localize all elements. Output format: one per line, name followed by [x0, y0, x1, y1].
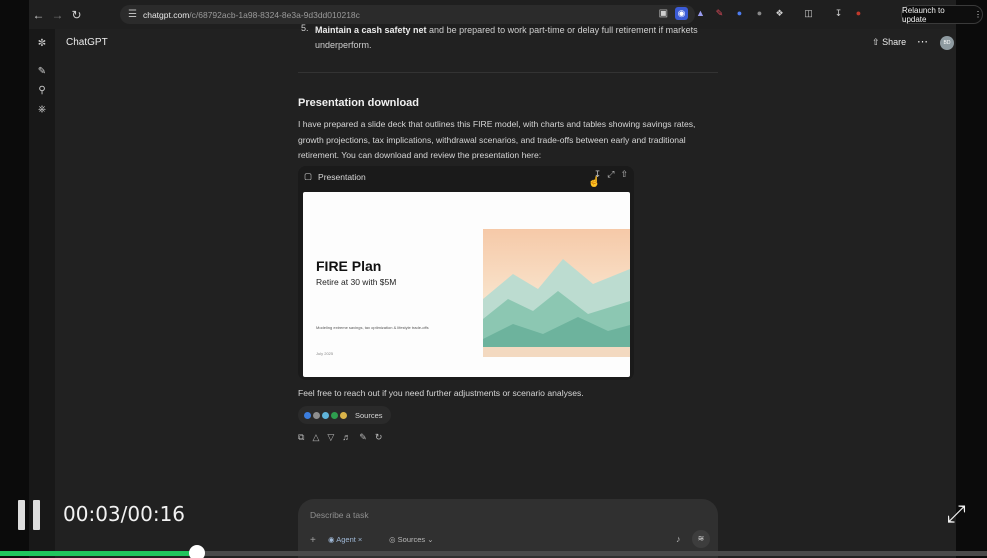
url-host: chatgpt.com	[142, 9, 190, 20]
share-button[interactable]: ⇧ Share	[872, 37, 906, 48]
source-favicon-icon	[331, 411, 338, 419]
puzzle-icon[interactable]: ❖	[773, 7, 786, 20]
source-favicon-icon	[340, 411, 347, 419]
search-icon[interactable]: ⚲	[35, 84, 49, 98]
presentation-card[interactable]: ▢ Presentation ↧ ⤢ ⇧ ☝ FIRE Plan Retire …	[298, 166, 634, 380]
agent-label: Agent	[336, 535, 356, 544]
pause-icon	[33, 500, 40, 530]
edit-icon[interactable]: ✎	[359, 432, 367, 443]
app-title[interactable]: ChatGPT	[66, 37, 108, 48]
sources-button[interactable]: Sources	[298, 406, 391, 424]
message-actions: ⧉ △ ▽ ♬ ✎ ↻	[298, 432, 382, 443]
prompt-input[interactable]: Describe a task	[310, 510, 369, 520]
library-icon[interactable]: ⎈	[35, 103, 49, 117]
time-display: 00:03/00:16	[63, 502, 186, 526]
agent-chip[interactable]: ◉ Agent ×	[328, 535, 362, 544]
back-icon[interactable]: ←	[29, 8, 48, 22]
side-panel-icon[interactable]: ◫	[802, 7, 815, 20]
left-rail: ✼ ✎ ⚲ ⎈	[29, 29, 55, 558]
install-app-icon[interactable]: ▣	[659, 8, 668, 19]
forward-icon[interactable]: →	[48, 8, 67, 22]
address-bar[interactable]: ☰ chatgpt.com /c/68792acb-1a98-8324-8e3a…	[120, 5, 695, 24]
extension-icon[interactable]: ●	[733, 7, 746, 20]
thumbs-down-icon[interactable]: ▽	[327, 432, 334, 443]
document-icon: ▢	[304, 171, 313, 181]
section-heading: Presentation download	[298, 97, 420, 109]
share-icon: ⇧	[872, 37, 880, 47]
list-number: 5.	[301, 23, 309, 33]
mountain-image	[483, 229, 630, 357]
list-item-bold: Maintain a cash safety net	[315, 25, 427, 35]
fullscreen-icon[interactable]: ⤢	[942, 501, 970, 529]
chat-app: ✼ ✎ ⚲ ⎈ ChatGPT ⇧ Share ⋯ BD 5. Maintain…	[29, 23, 956, 558]
site-info-icon[interactable]: ☰	[128, 9, 137, 20]
extension-icon[interactable]: ▲	[694, 7, 707, 20]
microphone-icon[interactable]: ♪	[676, 534, 681, 544]
sources-dropdown-label: Sources	[397, 535, 426, 544]
source-favicon-icon	[313, 411, 320, 419]
more-options-icon[interactable]: ⋯	[917, 35, 928, 48]
thumbs-up-icon[interactable]: △	[312, 432, 319, 443]
followup-text: Feel free to reach out if you need furth…	[298, 388, 584, 398]
expand-icon[interactable]: ⤢	[607, 169, 614, 180]
agent-icon: ◉	[328, 535, 335, 544]
close-icon[interactable]: ×	[358, 535, 362, 544]
download-icon[interactable]: ↧	[832, 7, 845, 20]
avatar[interactable]: BD	[940, 36, 954, 50]
globe-icon: ◎	[389, 535, 396, 544]
more-vertical-icon: ⋮	[974, 10, 982, 19]
pause-button[interactable]	[18, 500, 44, 530]
slide-caption: Modeling extreme savings, tax optimizati…	[316, 325, 429, 330]
reload-icon[interactable]: ↻	[67, 8, 86, 22]
source-favicon-icon	[304, 411, 311, 419]
presentation-label: Presentation	[318, 171, 366, 182]
new-chat-icon[interactable]: ✎	[35, 65, 49, 79]
slide-preview[interactable]: FIRE Plan Retire at 30 with $5M Modeling…	[303, 192, 630, 377]
relaunch-label: Relaunch to update	[902, 5, 945, 24]
extension-icon[interactable]: ●	[753, 7, 766, 20]
extension-icon[interactable]: ◉	[675, 7, 688, 20]
presentation-header: ▢ Presentation	[304, 171, 366, 182]
regenerate-icon[interactable]: ↻	[375, 432, 383, 443]
video-frame: ← → ↻ ☰ chatgpt.com /c/68792acb-1a98-832…	[0, 0, 987, 558]
pen-extension-icon[interactable]: ✎	[713, 7, 726, 20]
progress-fill	[0, 551, 198, 556]
share-icon[interactable]: ⇧	[620, 169, 628, 180]
slide-date: July 2025	[316, 351, 334, 356]
divider	[298, 72, 718, 73]
composer[interactable]: Describe a task + ◉ Agent × ◎ Sources ⌄ …	[298, 499, 718, 558]
relaunch-button[interactable]: Relaunch to update ⋮	[901, 5, 983, 24]
progress-handle[interactable]	[189, 545, 206, 558]
share-label: Share	[882, 37, 907, 47]
pause-icon	[18, 500, 25, 530]
url-path: /c/68792acb-1a98-8324-8e3a-9d3dd010218c	[189, 9, 360, 20]
voice-mode-icon[interactable]: ≋	[692, 530, 710, 548]
slide-subtitle: Retire at 30 with $5M	[316, 277, 397, 287]
read-aloud-icon[interactable]: ♬	[342, 432, 351, 443]
mouse-cursor-icon: ☝	[588, 177, 601, 188]
message-paragraph: I have prepared a slide deck that outlin…	[298, 119, 696, 160]
sources-label: Sources	[355, 410, 383, 420]
copy-icon[interactable]: ⧉	[298, 432, 304, 443]
profile-icon[interactable]: ●	[852, 7, 865, 20]
chevron-down-icon: ⌄	[427, 535, 434, 544]
slide-title: FIRE Plan	[316, 258, 382, 274]
list-item: Maintain a cash safety net and be prepar…	[315, 23, 715, 53]
sources-dropdown[interactable]: ◎ Sources ⌄	[389, 535, 434, 544]
openai-logo-icon[interactable]: ✼	[35, 37, 49, 51]
progress-bar[interactable]	[0, 545, 987, 558]
source-favicon-icon	[322, 411, 329, 419]
plus-icon[interactable]: +	[310, 535, 316, 546]
